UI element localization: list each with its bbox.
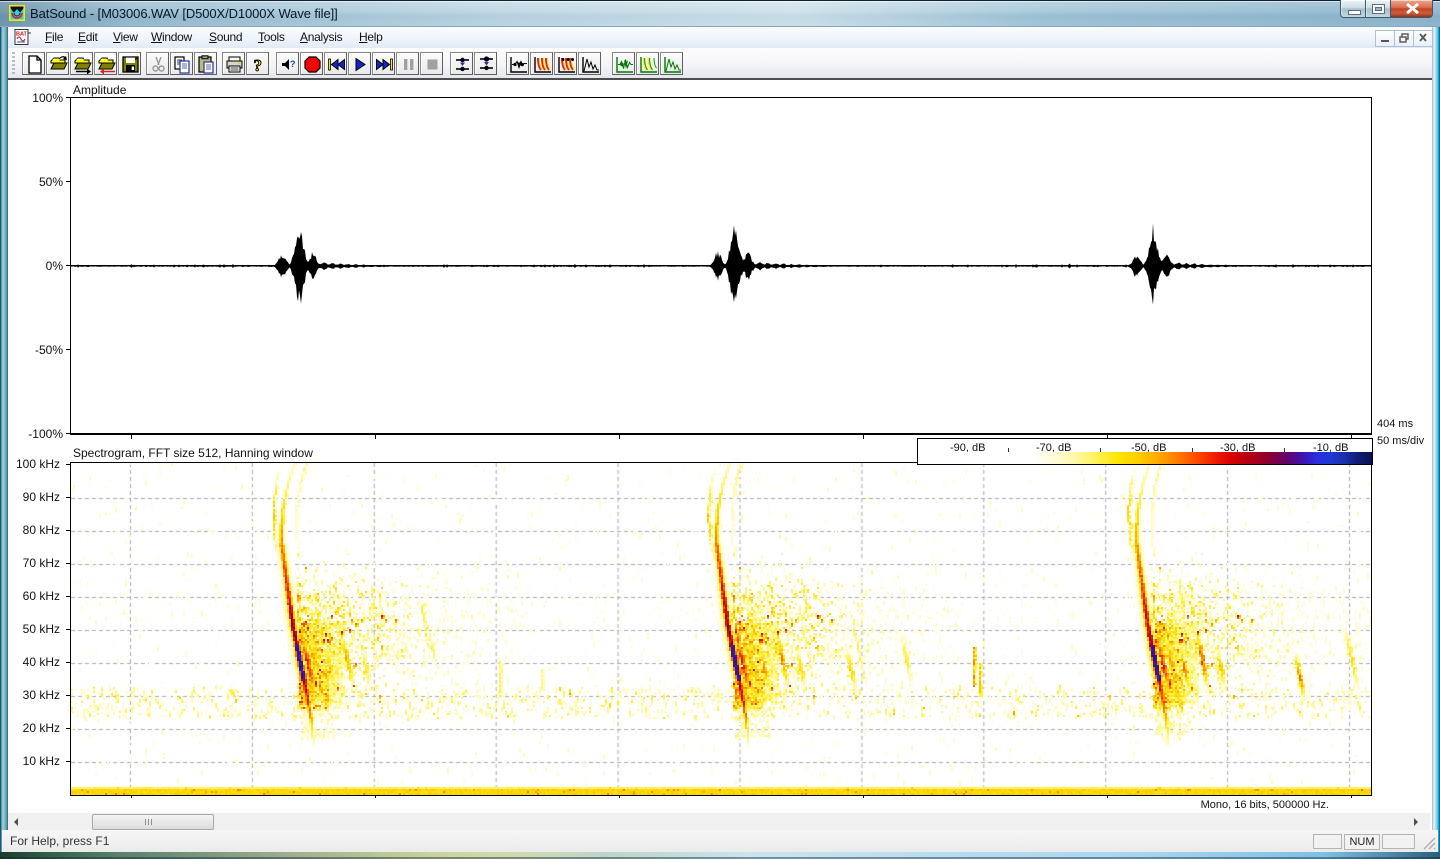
svg-text:?: ?	[254, 56, 263, 74]
svg-text:BAT: BAT	[16, 32, 28, 38]
svg-text:?: ?	[290, 59, 296, 69]
